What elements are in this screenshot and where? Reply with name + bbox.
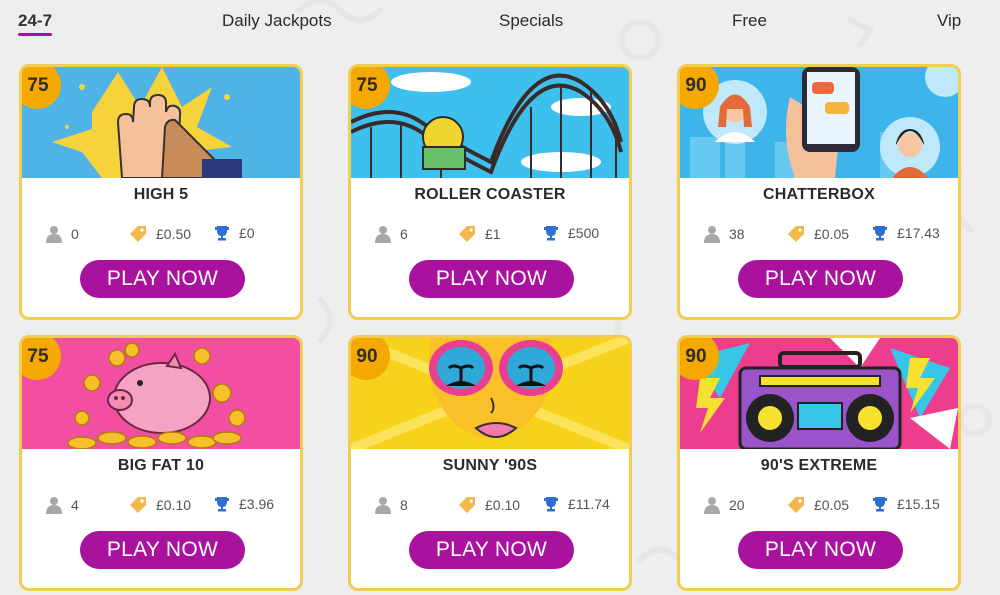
- prize-stat: £0: [214, 225, 255, 241]
- game-title: CHATTERBOX: [763, 186, 875, 203]
- tab-24-7[interactable]: 24-7: [18, 11, 52, 31]
- high-five-illustration: [22, 67, 300, 178]
- price-stat: £0.10: [458, 496, 520, 514]
- category-nav: 24-7 Daily Jackpots Specials Free Vip: [0, 0, 1000, 44]
- players-count: 38: [729, 226, 745, 242]
- tag-icon: [130, 226, 146, 242]
- game-title: BIG FAT 10: [117, 457, 205, 474]
- tab-free[interactable]: Free: [732, 11, 767, 31]
- players-stat: 8: [375, 496, 408, 514]
- tag-icon: [459, 226, 475, 242]
- players-stat: 38: [704, 225, 745, 243]
- price-stat: £0.50: [129, 225, 191, 243]
- game-card-roller-coaster[interactable]: 75 ROLLER COASTER 6 £1 £500 PLAY NOW: [348, 64, 632, 320]
- trophy-icon: [544, 497, 558, 512]
- players-count: 6: [400, 226, 408, 242]
- game-card-chatterbox[interactable]: 90 CHATTERBOX 38 £0.05 £17.43 PLAY NOW: [677, 64, 961, 320]
- players-stat: 4: [46, 496, 79, 514]
- person-icon: [704, 226, 720, 243]
- game-title: SUNNY '90S: [442, 457, 538, 474]
- players-count: 8: [400, 497, 408, 513]
- game-title: 90'S EXTREME: [760, 457, 878, 474]
- person-icon: [375, 497, 391, 514]
- ticket-price: £0.50: [156, 226, 192, 242]
- person-icon: [46, 497, 62, 514]
- chat-phone-illustration: [680, 67, 958, 178]
- game-stats: 6 £1 £500: [351, 225, 629, 247]
- sunglasses-face-illustration: [351, 338, 629, 449]
- tab-daily-jackpots[interactable]: Daily Jackpots: [222, 11, 332, 31]
- roller-coaster-illustration: [351, 67, 629, 178]
- prize-amount: £17.43: [897, 225, 940, 241]
- prize-stat: £11.74: [543, 496, 610, 512]
- tag-icon: [788, 497, 804, 513]
- ticket-price: £0.10: [156, 497, 192, 513]
- players-stat: 20: [704, 496, 745, 514]
- ticket-price: £1: [485, 226, 501, 242]
- game-card-big-fat-10[interactable]: 75 BIG FAT 10 4 £0.10 £3.96 PLAY NOW: [19, 335, 303, 591]
- tab-vip[interactable]: Vip: [937, 11, 961, 31]
- tag-icon: [459, 497, 475, 513]
- prize-stat: £17.43: [872, 225, 940, 241]
- play-now-button[interactable]: PLAY NOW: [738, 531, 903, 569]
- trophy-icon: [544, 226, 558, 241]
- game-stats: 8 £0.10 £11.74: [351, 496, 629, 518]
- prize-stat: £15.15: [872, 496, 940, 512]
- trophy-icon: [215, 226, 229, 241]
- prize-amount: £3.96: [239, 496, 275, 512]
- active-tab-indicator: [18, 33, 52, 36]
- trophy-icon: [873, 497, 887, 512]
- game-title: HIGH 5: [133, 186, 189, 203]
- play-now-button[interactable]: PLAY NOW: [409, 531, 574, 569]
- players-stat: 0: [46, 225, 79, 243]
- price-stat: £0.05: [787, 225, 849, 243]
- person-icon: [704, 497, 720, 514]
- price-stat: £0.10: [129, 496, 191, 514]
- game-stats: 0 £0.50 £0: [22, 225, 300, 247]
- tab-specials[interactable]: Specials: [499, 11, 563, 31]
- players-count: 0: [71, 226, 79, 242]
- price-stat: £1: [458, 225, 501, 243]
- game-stats: 38 £0.05 £17.43: [680, 225, 958, 247]
- ticket-price: £0.05: [814, 226, 850, 242]
- boombox-illustration: [680, 338, 958, 449]
- person-icon: [375, 226, 391, 243]
- game-card-90s-extreme[interactable]: 90 90'S EXTREME 20 £0.05 £15.15 PLAY NOW: [677, 335, 961, 591]
- ticket-price: £0.10: [485, 497, 521, 513]
- play-now-button[interactable]: PLAY NOW: [409, 260, 574, 298]
- trophy-icon: [873, 226, 887, 241]
- prize-amount: £500: [568, 225, 600, 241]
- tag-icon: [788, 226, 804, 242]
- prize-stat: £500: [543, 225, 599, 241]
- prize-amount: £0: [239, 225, 255, 241]
- players-count: 4: [71, 497, 79, 513]
- game-stats: 4 £0.10 £3.96: [22, 496, 300, 518]
- person-icon: [46, 226, 62, 243]
- play-now-button[interactable]: PLAY NOW: [80, 531, 245, 569]
- price-stat: £0.05: [787, 496, 849, 514]
- players-count: 20: [729, 497, 745, 513]
- prize-amount: £15.15: [897, 496, 940, 512]
- piggy-bank-illustration: [22, 338, 300, 449]
- ticket-price: £0.05: [814, 497, 850, 513]
- trophy-icon: [215, 497, 229, 512]
- tag-icon: [130, 497, 146, 513]
- play-now-button[interactable]: PLAY NOW: [738, 260, 903, 298]
- play-now-button[interactable]: PLAY NOW: [80, 260, 245, 298]
- game-card-sunny-90s[interactable]: 90 SUNNY '90S 8 £0.10 £11.74 PLAY NOW: [348, 335, 632, 591]
- players-stat: 6: [375, 225, 408, 243]
- prize-amount: £11.74: [568, 496, 610, 512]
- game-title: ROLLER COASTER: [414, 186, 566, 203]
- game-card-high-5[interactable]: 75 HIGH 5 0 £0.50 £0 PLAY NOW: [19, 64, 303, 320]
- game-stats: 20 £0.05 £15.15: [680, 496, 958, 518]
- prize-stat: £3.96: [214, 496, 274, 512]
